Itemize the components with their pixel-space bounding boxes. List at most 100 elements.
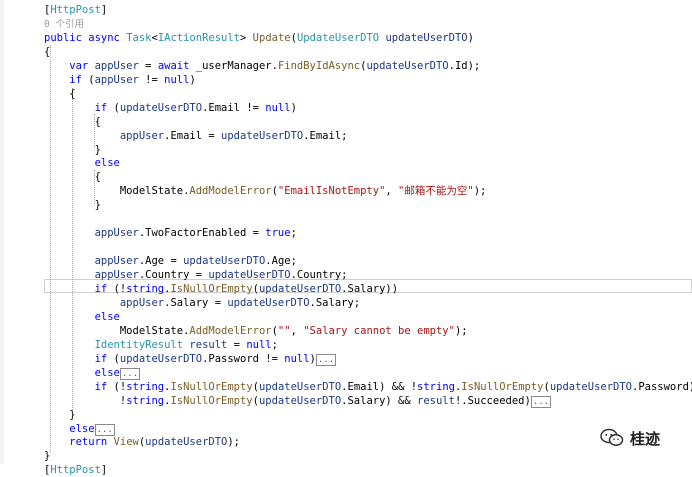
code-token-plain: .Email) && ! (341, 380, 418, 393)
code-token-keyword: else (44, 157, 120, 170)
code-line[interactable]: !string.IsNullOrEmpty(updateUserDTO.Sala… (44, 394, 552, 408)
code-token-plain: (! (113, 380, 127, 393)
code-token-variable: appUser (94, 255, 139, 268)
code-line[interactable]: var appUser = await _userManager.FindByI… (44, 59, 480, 73)
code-line[interactable]: else (44, 310, 120, 324)
code-token-variable: result (189, 338, 228, 351)
code-token-plain: .Password != (202, 352, 285, 365)
code-token-plain: !.Succeeded) (454, 394, 531, 407)
code-line[interactable]: } (44, 198, 101, 212)
code-line[interactable]: if (updateUserDTO.Password != null)... (44, 352, 337, 366)
code-line[interactable]: { (44, 115, 101, 129)
code-token-plain: { (44, 115, 101, 128)
code-token-method: FindByIdAsync (277, 59, 361, 72)
code-token-plain: ); (473, 185, 487, 198)
code-token-method: Update (252, 31, 291, 44)
code-token-keyword: if (44, 380, 114, 393)
code-line[interactable]: ModelState.AddModelError("", "Salary can… (44, 324, 468, 338)
code-token-keyword: return (44, 436, 114, 449)
collapsed-region-marker[interactable]: ... (530, 395, 552, 408)
code-token-plain: != (138, 73, 165, 86)
code-token-keyword: null (246, 338, 272, 351)
code-token-variable: updateUserDTO (227, 296, 310, 309)
code-line[interactable]: public async Task<IActionResult> Update(… (44, 31, 474, 45)
code-token-plain: .Password) && (632, 380, 692, 393)
code-line[interactable]: appUser.Salary = updateUserDTO.Salary; (44, 296, 360, 310)
code-token-method: IsNullOrEmpty (170, 380, 253, 393)
code-token-plain: ) (189, 73, 196, 86)
code-line[interactable]: } (44, 143, 101, 157)
code-line[interactable]: appUser.Age = updateUserDTO.Age; (44, 254, 297, 268)
code-token-variable: appUser (94, 227, 139, 240)
code-token-keyword: var (44, 59, 95, 72)
code-token-variable: updateUserDTO (221, 129, 304, 142)
code-token-variable: appUser (119, 129, 165, 142)
code-line[interactable]: if (appUser != null) (44, 73, 196, 87)
code-token-plain: ModelState. (44, 185, 190, 198)
code-line[interactable]: { (44, 87, 75, 101)
code-token-plain: ! (44, 394, 127, 407)
code-line[interactable]: appUser.Country = updateUserDTO.Country; (44, 268, 348, 282)
code-line[interactable]: IdentityResult result = null; (44, 338, 278, 352)
code-line[interactable]: if (!string.IsNullOrEmpty(updateUserDTO.… (44, 380, 692, 394)
code-token-plain: ; (290, 227, 297, 240)
code-line[interactable]: else... (44, 366, 141, 380)
code-line[interactable]: } (44, 449, 50, 463)
code-token-method: IsNullOrEmpty (461, 380, 544, 393)
code-token-plain: .Age = (138, 255, 184, 268)
code-token-keyword: async (88, 31, 127, 44)
code-token-plain: { (44, 45, 51, 58)
code-line[interactable]: } (44, 408, 75, 422)
code-token-plain: .Salary) && (341, 394, 418, 407)
code-token-method: View (113, 436, 139, 449)
code-line[interactable]: appUser.Email = updateUserDTO.Email; (44, 129, 348, 143)
collapsed-region-marker[interactable]: ... (315, 353, 337, 366)
code-token-type: IActionResult (157, 31, 241, 44)
code-line[interactable]: ModelState.AddModelError("EmailIsNotEmpt… (44, 184, 487, 198)
code-token-variable: appUser (94, 59, 139, 72)
code-token-keyword: string (126, 380, 165, 393)
code-line[interactable]: [HttpPost] (44, 463, 107, 477)
code-token-string: "Salary cannot be empty" (303, 324, 455, 337)
code-token-plain: ; (271, 338, 278, 351)
code-line[interactable]: if (!string.IsNullOrEmpty(updateUserDTO.… (44, 282, 399, 296)
code-token-keyword: string (126, 283, 165, 295)
code-line[interactable]: { (44, 45, 50, 59)
code-line[interactable]: appUser.TwoFactorEnabled = true; (44, 226, 297, 240)
code-line[interactable]: [HttpPost] (44, 3, 107, 17)
code-token-variable: updateUserDTO (385, 31, 468, 44)
reference-count-codelens[interactable]: 0 个引用 (44, 19, 84, 30)
collapsed-region-marker[interactable]: ... (119, 367, 141, 380)
code-line[interactable]: else (44, 156, 120, 170)
line-gutter (0, 0, 44, 464)
code-token-plain: .Email != (202, 101, 266, 114)
code-line[interactable]: return View(updateUserDTO); (44, 435, 240, 449)
code-token-method: AddModelError (189, 185, 272, 198)
code-line[interactable]: if (updateUserDTO.Email != null) (44, 101, 297, 115)
code-line[interactable]: 0 个引用 (44, 17, 84, 31)
code-line[interactable]: else... (44, 422, 115, 436)
code-token-string: "邮箱不能为空" (398, 185, 474, 198)
code-token-keyword: if (44, 101, 114, 114)
code-token-plain: ) (467, 31, 474, 44)
code-token-type: IdentityResult (94, 338, 184, 351)
code-token-plain: , (385, 185, 399, 198)
code-token-keyword: if (44, 352, 114, 365)
code-line[interactable]: { (44, 170, 101, 184)
watermark: 桂迹 (600, 424, 686, 452)
code-editor[interactable]: [HttpPost] 0 个引用 public async Task<IAction… (0, 0, 692, 476)
collapsed-region-marker[interactable]: ... (94, 423, 115, 436)
code-token-variable: updateUserDTO (258, 380, 342, 393)
code-token-plain: .TwoFactorEnabled = (138, 227, 266, 240)
code-token-plain: ); (454, 324, 468, 337)
code-token-plain: ) (309, 352, 316, 365)
code-token-keyword: else (44, 310, 120, 323)
code-token-method: AddModelError (189, 324, 272, 337)
code-token-string: "EmailIsNotEmpty" (277, 185, 386, 198)
code-token-type: HttpPost (50, 464, 101, 477)
code-token-plain: ] (100, 4, 108, 16)
